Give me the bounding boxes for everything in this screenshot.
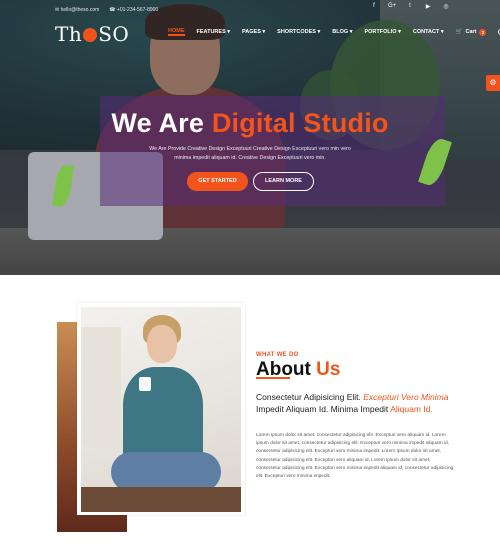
google-plus-icon[interactable]: G+ xyxy=(388,3,396,10)
about-lead: Consectetur Adipisicing Elit. Excepturi … xyxy=(256,392,456,415)
topbar: ✉ hello@theso.com ☎ +01-234-567-8900 xyxy=(55,4,158,16)
about-title-accent: Us xyxy=(316,359,341,380)
about-photo xyxy=(81,307,241,512)
logo-text-right: SO xyxy=(98,22,130,46)
instagram-icon[interactable]: ◎ xyxy=(442,3,450,10)
hero-title-accent: Digital Studio xyxy=(211,108,389,138)
hero-subtitle: We Are Provide Creative Design Exceptuur… xyxy=(149,146,351,161)
settings-side-tab[interactable]: ⚙ xyxy=(486,75,500,91)
twitter-icon[interactable]: t xyxy=(406,3,414,10)
photo-woman-body xyxy=(123,367,203,462)
hero-title: We Are Digital Studio xyxy=(0,108,500,139)
nav-item-features[interactable]: FEATURES ▾ xyxy=(197,29,231,35)
nav-item-home[interactable]: HOME xyxy=(168,28,185,36)
cart-label: Cart xyxy=(465,29,477,35)
photo-woman-legs xyxy=(111,452,221,492)
nav-item-pages[interactable]: PAGES ▾ xyxy=(242,29,265,35)
photo-mug xyxy=(139,377,151,391)
nav-item-contact[interactable]: CONTACT ▾ xyxy=(413,29,444,35)
hero-title-white: We Are xyxy=(111,108,205,138)
cart-count-badge: 2 xyxy=(479,28,487,36)
logo-text-left: Th xyxy=(55,22,83,46)
cart-button[interactable]: 🛒 Cart 2 xyxy=(455,28,487,36)
about-lead-part-3: Impedit Aliquam Id. Minima Impedit xyxy=(256,403,389,414)
social-links: f G+ t ▶ ◎ xyxy=(370,3,450,10)
site-logo[interactable]: Th SO xyxy=(55,22,129,46)
cart-icon: 🛒 xyxy=(455,29,463,35)
youtube-icon[interactable]: ▶ xyxy=(424,3,432,10)
nav-item-portfolio[interactable]: PORTFOLIO ▾ xyxy=(364,29,400,35)
about-lead-part-4: Aliquam Id. xyxy=(390,403,433,414)
about-lead-part-2: Excepturi Vero Minima xyxy=(363,392,449,402)
topbar-email[interactable]: ✉ hello@theso.com xyxy=(55,7,99,13)
logo-mark-icon xyxy=(83,28,98,42)
nav-item-shortcodes[interactable]: SHORTCODES ▾ xyxy=(277,29,320,35)
about-kicker: WHAT WE DO xyxy=(256,352,299,358)
main-nav: HOME FEATURES ▾ PAGES ▾ SHORTCODES ▾ BLO… xyxy=(168,28,500,36)
facebook-icon[interactable]: f xyxy=(370,3,378,10)
get-started-button[interactable]: GET STARTED xyxy=(187,172,248,191)
photo-shelf xyxy=(81,327,121,447)
photo-woman-head xyxy=(147,325,177,363)
photo-desk xyxy=(81,487,241,512)
about-title-underline xyxy=(256,377,290,379)
learn-more-button[interactable]: LEARN MORE xyxy=(253,172,314,191)
nav-item-blog[interactable]: BLOG ▾ xyxy=(332,29,352,35)
about-body-text: Lorem Ipsum dolor sit amet, consectetur … xyxy=(256,433,454,480)
topbar-phone[interactable]: ☎ +01-234-567-8900 xyxy=(109,7,158,13)
about-lead-part-1: Consectetur Adipisicing Elit. xyxy=(256,392,361,402)
